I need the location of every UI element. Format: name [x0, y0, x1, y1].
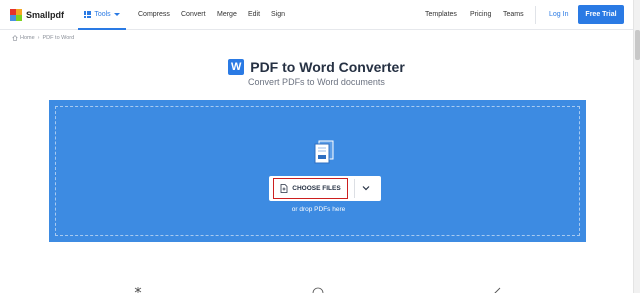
breadcrumb-separator: › [37, 35, 40, 41]
breadcrumb-current: PDF to Word [42, 35, 75, 41]
free-trial-button[interactable]: Free Trial [578, 5, 624, 24]
nav-compress[interactable]: Compress [138, 11, 170, 18]
nav-pricing[interactable]: Pricing [470, 11, 491, 18]
feature-icon-circle [312, 287, 324, 293]
feature-icon-sparkle [134, 287, 142, 293]
word-icon: W [228, 59, 245, 75]
tools-label: Tools [94, 10, 111, 18]
choose-files-label: CHOOSE FILES [292, 185, 341, 192]
smallpdf-logo-icon [10, 9, 22, 21]
page-header: W PDF to Word Converter [0, 59, 633, 75]
breadcrumb-home[interactable]: Home [20, 35, 35, 41]
nav-teams[interactable]: Teams [503, 11, 524, 18]
brand-logo[interactable]: Smallpdf [10, 8, 64, 22]
grid-icon [84, 10, 92, 18]
nav-convert[interactable]: Convert [181, 11, 206, 18]
drop-hint-text: or drop PDFs here [291, 206, 346, 213]
nav-templates[interactable]: Templates [425, 11, 457, 18]
doc-plus-icon [280, 184, 288, 193]
nav-divider [535, 6, 536, 24]
file-stack-icon [314, 140, 334, 164]
tools-menu-button[interactable]: Tools [78, 0, 126, 30]
chevron-down-icon[interactable] [361, 183, 371, 193]
login-link[interactable]: Log In [549, 11, 568, 18]
page-subtitle: Convert PDFs to Word documents [248, 77, 385, 87]
page-title: PDF to Word Converter [250, 59, 405, 75]
breadcrumb: Home › PDF to Word [12, 35, 74, 41]
choose-files-button[interactable]: CHOOSE FILES [273, 178, 348, 199]
nav-edit[interactable]: Edit [248, 11, 260, 18]
home-icon [12, 35, 18, 41]
brand-name: Smallpdf [26, 10, 65, 20]
nav-sign[interactable]: Sign [271, 11, 285, 18]
feature-icon-pen [494, 287, 501, 293]
caret-down-icon [113, 12, 120, 16]
scrollbar-thumb[interactable] [635, 30, 640, 60]
file-dropzone[interactable]: CHOOSE FILES or drop PDFs here [49, 100, 586, 242]
choose-files-control: CHOOSE FILES [269, 176, 381, 201]
top-navbar: Smallpdf Tools Compress Convert Merge Ed… [0, 0, 640, 30]
nav-merge[interactable]: Merge [217, 11, 237, 18]
page-scrollbar[interactable] [633, 0, 640, 293]
choose-files-divider [354, 179, 355, 198]
dropzone-border: CHOOSE FILES or drop PDFs here [55, 106, 580, 236]
